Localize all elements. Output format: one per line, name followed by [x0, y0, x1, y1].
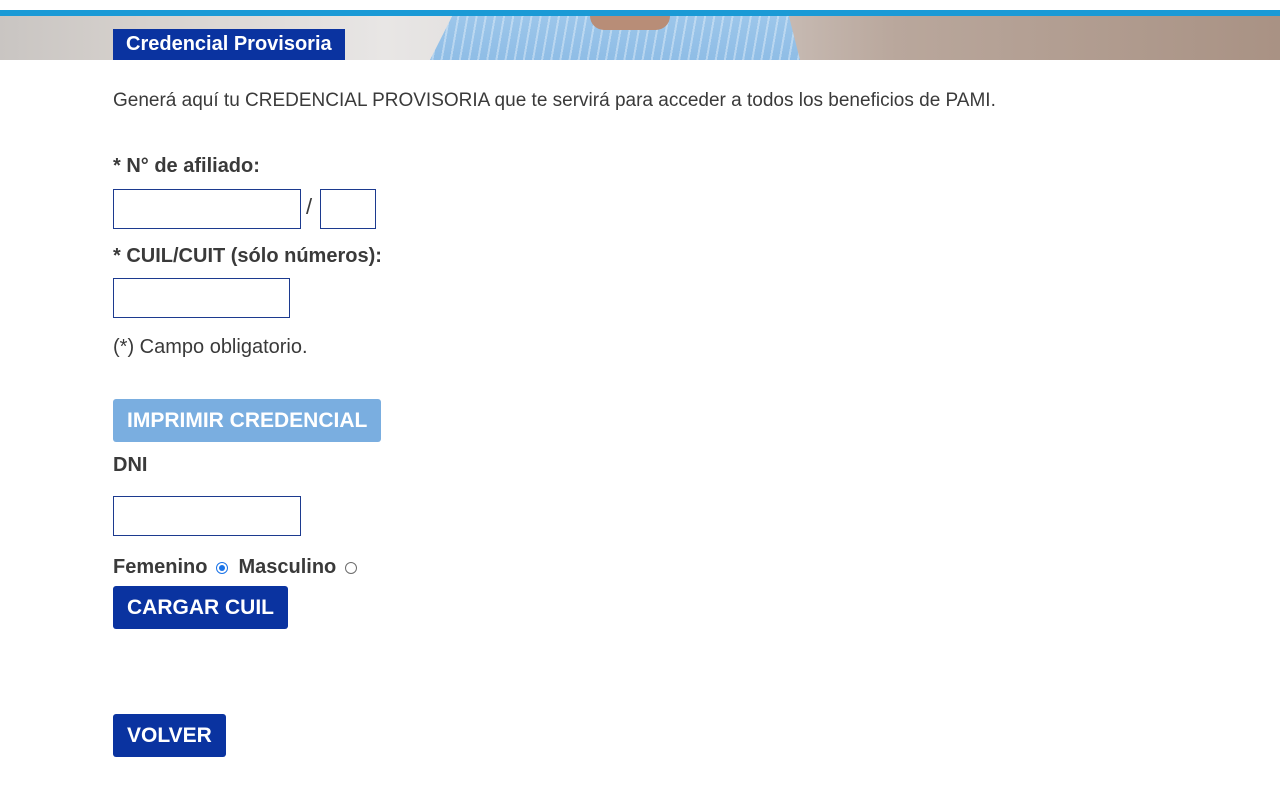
dni-input[interactable]: [113, 496, 301, 536]
header-banner: Credencial Provisoria: [0, 16, 1280, 60]
dni-label: DNI: [113, 454, 148, 476]
gender-selector: Femenino Masculino: [113, 553, 367, 581]
gender-option-masculino-label: Masculino: [238, 555, 337, 578]
gender-radio-masculino[interactable]: [345, 562, 358, 574]
gender-radio-femenino[interactable]: [216, 562, 229, 574]
afiliado-suffix-input[interactable]: [320, 189, 376, 229]
intro-text: Generá aquí tu CREDENCIAL PROVISORIA que…: [113, 90, 996, 111]
afiliado-separator: /: [306, 194, 313, 219]
afiliado-number-input[interactable]: [113, 189, 301, 229]
required-note: (*) Campo obligatorio.: [113, 336, 308, 358]
cuil-input[interactable]: [113, 278, 290, 318]
back-button[interactable]: VOLVER: [113, 714, 226, 757]
gender-option-femenino-label: Femenino: [113, 555, 208, 578]
print-credential-button[interactable]: IMPRIMIR CREDENCIAL: [113, 399, 382, 442]
cuil-label: * CUIL/CUIT (sólo números):: [113, 245, 382, 267]
banner-photo-detail: [590, 16, 670, 30]
load-cuil-button[interactable]: CARGAR CUIL: [113, 586, 288, 629]
afiliado-label: * N° de afiliado:: [113, 155, 260, 177]
page-title: Credencial Provisoria: [113, 29, 345, 60]
